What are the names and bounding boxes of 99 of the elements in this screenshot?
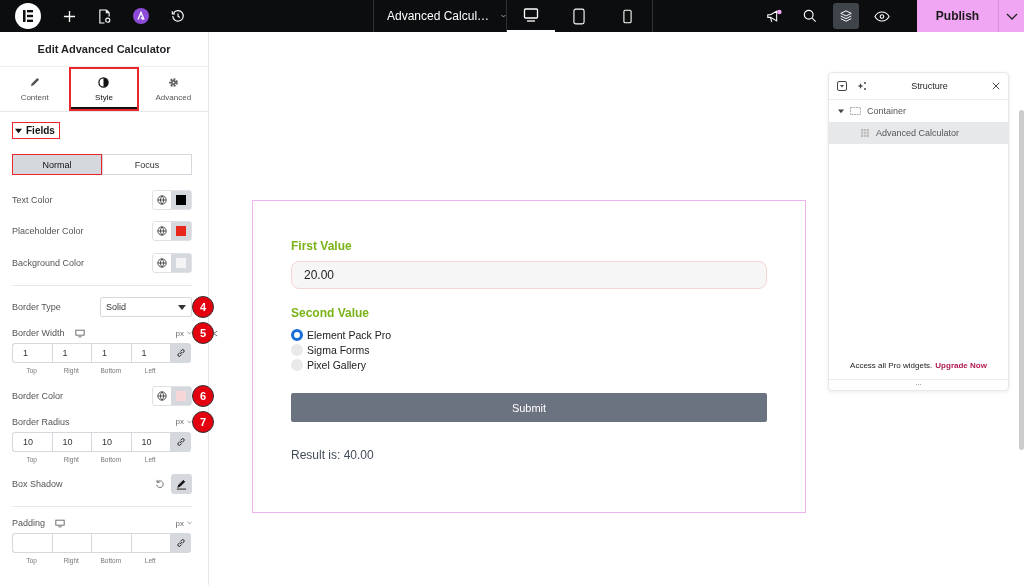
tree-item[interactable]: Advanced Calculator <box>829 122 1008 144</box>
chevron-down-icon <box>187 521 192 525</box>
contrast-icon <box>98 76 110 88</box>
link-values-button[interactable] <box>170 431 191 452</box>
layers-icon <box>839 9 853 23</box>
chevron-down-icon <box>501 13 506 19</box>
layers-button[interactable] <box>833 3 859 29</box>
globe-icon[interactable] <box>157 390 167 401</box>
step-number-badge: 6 <box>192 384 214 407</box>
submit-button[interactable]: Submit <box>291 393 767 422</box>
dimension-input[interactable]: 1 <box>130 343 170 363</box>
desktop-icon[interactable] <box>74 328 85 338</box>
page-settings-icon[interactable] <box>98 8 111 24</box>
control-label: Border Type <box>12 302 61 313</box>
promo-text: Access all Pro widgets. <box>850 361 933 370</box>
dimension-input[interactable]: 10 <box>12 431 52 452</box>
settings-icon <box>167 76 179 88</box>
dimension-input[interactable]: 1 <box>91 343 131 363</box>
edit-shadow-button[interactable] <box>171 474 192 495</box>
step-number-badge: 5 <box>192 322 214 344</box>
dimension-input[interactable] <box>130 533 170 553</box>
dimension-input[interactable] <box>51 533 91 553</box>
color-picker[interactable] <box>152 252 192 273</box>
control-label: Border Color <box>12 390 64 401</box>
color-picker[interactable] <box>152 385 192 406</box>
unit-dropdown[interactable]: px <box>175 518 192 528</box>
control-label: Box Shadow <box>12 479 63 490</box>
caret-icon <box>838 108 844 114</box>
result-text: Result is: 40.00 <box>291 448 375 462</box>
structure-title: Structure <box>910 81 949 91</box>
app-icon[interactable] <box>133 8 149 24</box>
control-label: Border Width <box>12 328 65 338</box>
link-values-button[interactable] <box>170 343 191 363</box>
radio-option[interactable]: Pixel Gallery <box>291 359 767 371</box>
unit-dropdown[interactable]: px <box>175 328 192 338</box>
color-picker[interactable] <box>152 221 192 242</box>
pencil-icon <box>29 76 41 88</box>
history-icon[interactable] <box>171 9 185 23</box>
globe-icon[interactable] <box>157 257 167 268</box>
control-label: Border Radius <box>12 416 70 427</box>
chevron-down-icon <box>1005 12 1018 20</box>
container-icon <box>850 107 861 115</box>
upgrade-link[interactable]: Upgrade Now <box>935 361 987 370</box>
sparkle-icon[interactable] <box>857 81 867 91</box>
chevron-down-icon <box>187 331 192 335</box>
logo-icon[interactable] <box>15 3 41 29</box>
desktop-icon <box>523 8 540 22</box>
dimension-input[interactable]: 10 <box>91 431 131 452</box>
caret-icon <box>178 304 186 310</box>
radio-option[interactable]: Sigma Forms <box>291 344 767 356</box>
field-label: Second Value <box>291 306 371 320</box>
section-toggle[interactable]: Fields <box>12 122 60 139</box>
control-label: Text Color <box>12 194 53 205</box>
control-label: Padding <box>12 518 46 528</box>
dimension-input[interactable]: 1 <box>51 343 91 363</box>
field-label: First Value <box>291 239 353 253</box>
widget-icon <box>861 129 869 137</box>
dimension-input[interactable]: 1 <box>12 343 52 363</box>
dimension-input[interactable] <box>91 533 131 553</box>
dimension-input[interactable]: 10 <box>51 431 91 452</box>
dimension-input[interactable]: 10 <box>130 431 170 452</box>
globe-icon[interactable] <box>157 226 167 237</box>
step-number-badge: 7 <box>192 410 214 433</box>
unit-dropdown[interactable]: px <box>175 417 192 426</box>
link-icon <box>175 436 186 447</box>
link-icon <box>175 348 186 358</box>
step-number-badge: 4 <box>192 296 214 319</box>
state-tab[interactable]: Focus <box>102 154 192 175</box>
publish-button[interactable]: Publish <box>917 0 998 32</box>
caret-icon <box>15 127 22 134</box>
document-title-dropdown[interactable]: Advanced Calcul… <box>373 0 507 32</box>
panel-title: Edit Advanced Calculator <box>0 32 208 67</box>
link-icon <box>175 538 186 548</box>
color-picker[interactable] <box>152 189 192 210</box>
state-tab[interactable]: Normal <box>12 154 102 175</box>
tablet-icon <box>573 7 586 25</box>
first-value-input[interactable]: 20.00 <box>291 261 767 289</box>
pencil-icon <box>176 478 187 490</box>
desktop-icon[interactable] <box>55 518 66 528</box>
phone-icon <box>623 8 633 24</box>
globe-icon[interactable] <box>157 194 167 205</box>
link-values-button[interactable] <box>170 533 191 553</box>
panel-tab[interactable]: Style <box>69 67 139 111</box>
panel-tab[interactable]: Advanced <box>138 67 208 111</box>
panel-tab[interactable]: Content <box>0 67 70 111</box>
control-label: Placeholder Color <box>12 226 84 237</box>
reset-icon[interactable] <box>155 479 165 490</box>
chevron-down-icon <box>187 419 192 424</box>
tree-item[interactable]: Container <box>829 100 1008 122</box>
radio-option[interactable]: Element Pack Pro <box>291 329 767 341</box>
control-label: Background Color <box>12 257 85 268</box>
resize-handle[interactable]: ... <box>829 379 1008 390</box>
collapse-icon[interactable] <box>837 81 847 91</box>
add-icon[interactable] <box>63 9 76 23</box>
scrollbar[interactable] <box>1019 110 1024 450</box>
collapse-panel-icon[interactable] <box>213 330 218 337</box>
close-icon[interactable] <box>992 82 1000 90</box>
dimension-input[interactable] <box>12 533 52 553</box>
border-type-select[interactable]: Solid <box>100 297 192 318</box>
